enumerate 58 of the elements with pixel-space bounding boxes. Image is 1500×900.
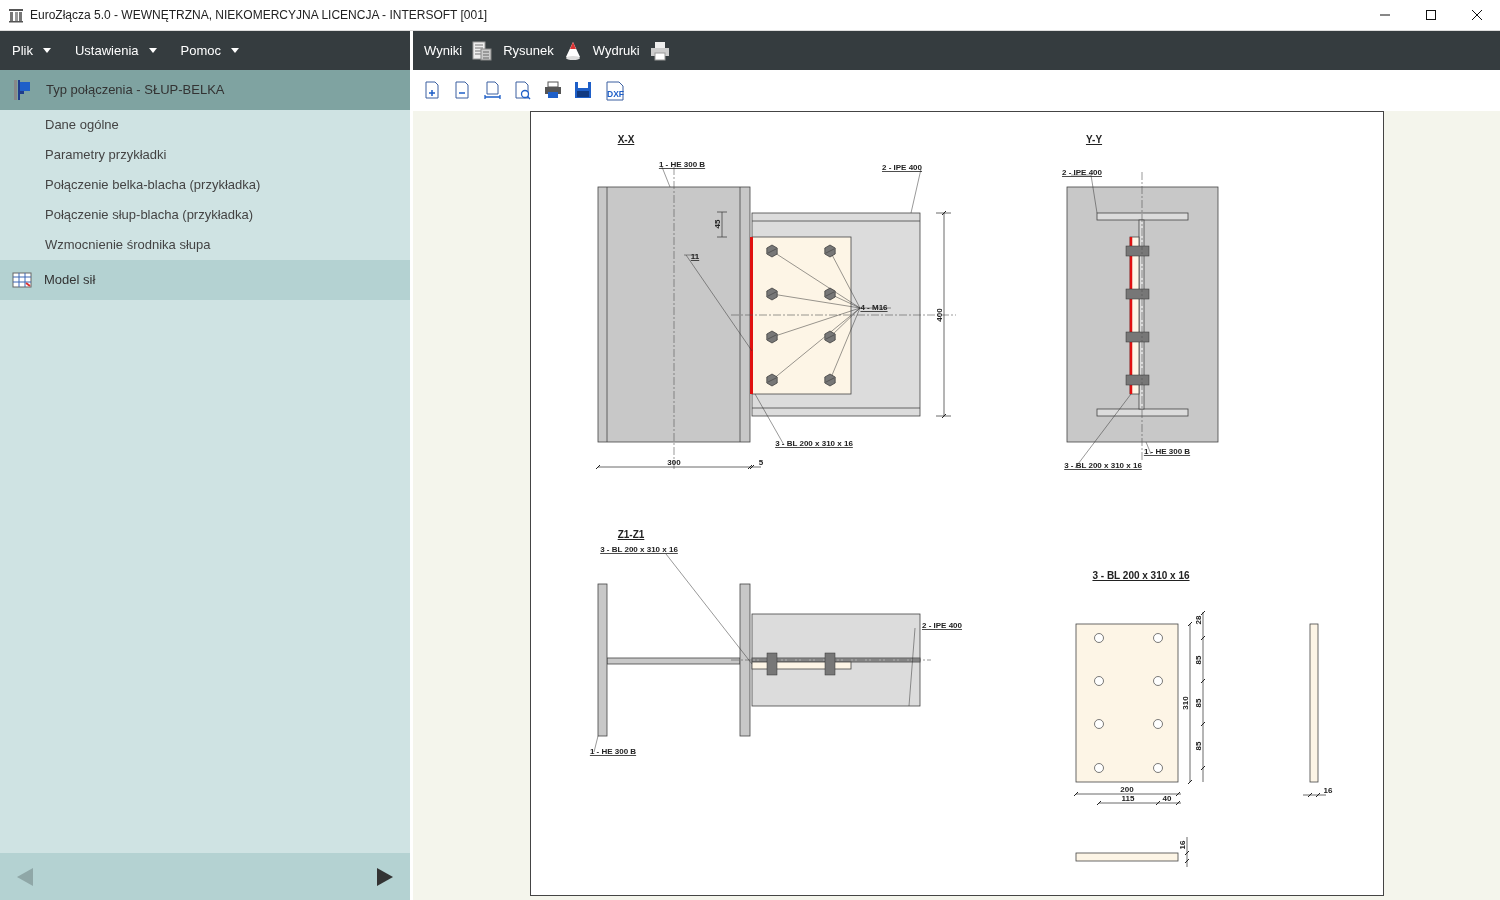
toolbar-tab[interactable]: Rysunek [492, 31, 582, 70]
window-title: EuroZłącza 5.0 - WEWNĘTRZNA, NIEKOMERCYJNA LICENCJA - INTERSOFT [001] [30, 7, 488, 24]
dimension-label: 16 [1323, 786, 1332, 795]
part-label: 1 - HE 300 B [658, 160, 705, 169]
sidebar-item[interactable]: Parametry przykładki [0, 140, 410, 170]
dimension-label: 5 [758, 458, 763, 467]
sidebar-group-header[interactable]: Model sił [0, 260, 410, 300]
sidebar-item[interactable]: Wzmocnienie środnika słupa [0, 230, 410, 260]
view-title: Z1-Z1 [617, 529, 644, 540]
remove-page-icon[interactable] [454, 81, 472, 100]
fit-width-icon[interactable] [484, 81, 502, 100]
dimension-label: 45 [712, 219, 722, 229]
dimension-label: 85 [1193, 698, 1203, 708]
view-title: Y-Y [1085, 134, 1102, 145]
part-label: 2 - IPE 400 [921, 621, 962, 630]
dimension-label: 300 [666, 458, 681, 467]
part-label: 1 - HE 300 B [589, 747, 636, 756]
part-label: 3 - BL 200 x 310 x 16 [774, 439, 853, 448]
toolbar-tab[interactable]: Wydruki [581, 31, 670, 70]
caret-icon [148, 48, 157, 53]
part-label: 3 - BL 200 x 310 x 16 [599, 545, 678, 554]
cone-icon [563, 40, 582, 61]
caret-icon [231, 48, 239, 53]
view-title: X-X [617, 134, 634, 145]
menu-item[interactable]: Plik [0, 31, 63, 70]
part-label: 3 - BL 200 x 310 x 16 [1063, 461, 1142, 470]
menu-item[interactable]: Pomoc [168, 31, 251, 70]
dimension-label: 115 [1121, 794, 1134, 803]
save-icon[interactable] [574, 81, 592, 100]
dimension-label: 85 [1193, 741, 1203, 751]
dimension-label: 28 [1193, 615, 1203, 625]
printer-icon [649, 40, 670, 61]
add-page-icon[interactable] [424, 81, 442, 100]
dimension-label: 85 [1193, 655, 1203, 665]
sidebar-item[interactable]: Połączenie belka-blacha (przykładka) [0, 170, 410, 200]
part-label: 11 [690, 252, 699, 261]
print-icon[interactable] [544, 81, 562, 100]
forward-arrow-icon[interactable] [376, 866, 394, 887]
dimension-label: 16 [1177, 840, 1187, 850]
calculator-icon [472, 40, 493, 61]
dimension-label: 40 [1162, 794, 1171, 803]
view-title: 3 - BL 200 x 310 x 16 [1091, 570, 1190, 581]
part-label: 2 - IPE 400 [881, 163, 922, 172]
table-icon [12, 272, 32, 288]
menu-item[interactable]: Ustawienia [62, 31, 169, 70]
part-label: 4 - M16 [859, 303, 888, 312]
app-icon [8, 7, 24, 23]
dimension-label: 310 [1180, 696, 1190, 710]
caret-icon [42, 48, 51, 53]
dimension-label: 200 [1119, 785, 1134, 794]
sidebar-item[interactable]: Połączenie słup-blacha (przykładka) [0, 200, 410, 230]
sidebar-item[interactable]: Dane ogólne [0, 110, 410, 140]
part-label: 2 - IPE 400 [1061, 168, 1102, 177]
page-zoom-icon[interactable] [514, 81, 532, 100]
toolbar-tab[interactable]: Wyniki [413, 31, 493, 70]
dimension-label: 400 [934, 308, 944, 322]
part-label: 1 - HE 300 B [1143, 447, 1190, 456]
sidebar-group-header[interactable]: Typ połączenia - SŁUP-BELKA [0, 70, 410, 110]
